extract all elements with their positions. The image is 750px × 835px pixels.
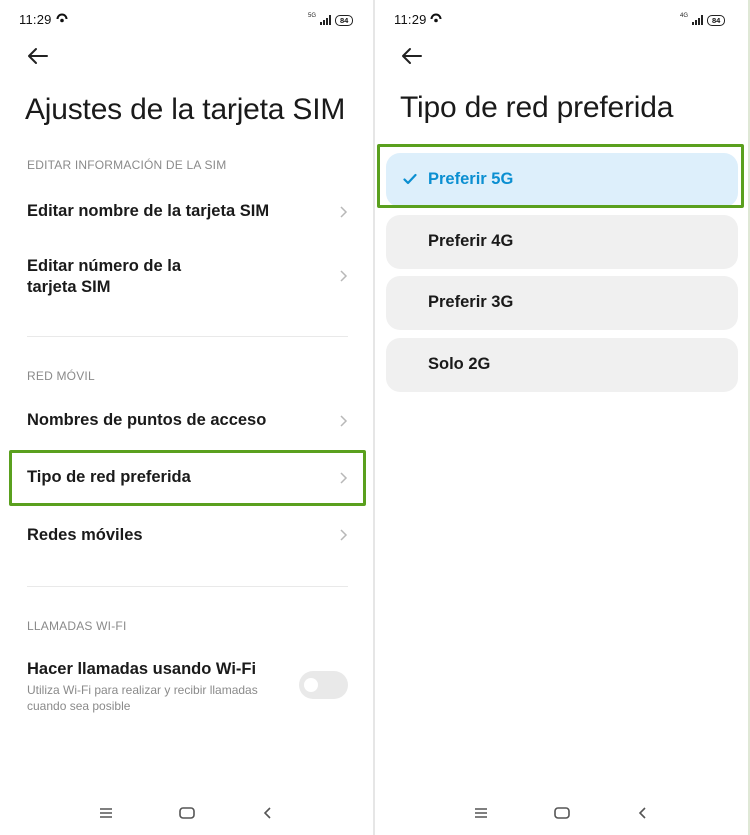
- option-label: Solo 2G: [428, 355, 491, 373]
- section-divider: [27, 586, 348, 587]
- wifi-calling-toggle[interactable]: [299, 671, 348, 699]
- battery-icon: 84: [707, 14, 726, 26]
- signal-icon: [692, 15, 704, 25]
- section-header-wifi-calls: LLAMADAS WI-FI: [27, 619, 127, 633]
- edit-sim-name-item[interactable]: Editar nombre de la tarjeta SIM: [0, 190, 373, 234]
- edit-sim-number-label-line2: tarjeta SIM: [27, 278, 111, 296]
- home-icon[interactable]: [553, 804, 571, 822]
- section-header-sim-info: EDITAR INFORMACIÓN DE LA SIM: [27, 158, 227, 172]
- menu-icon[interactable]: [472, 804, 490, 822]
- wifi-calling-desc-line1: Utiliza Wi-Fi para realizar y recibir ll…: [27, 683, 258, 697]
- chevron-right-icon: [340, 529, 348, 541]
- status-time: 11:29: [19, 12, 52, 27]
- wifi-calling-title: Hacer llamadas usando Wi-Fi: [27, 660, 257, 678]
- navigation-bar: [0, 785, 373, 835]
- chevron-right-icon: [340, 415, 348, 427]
- wifi-calling-desc-line2: cuando sea posible: [27, 699, 131, 713]
- section-divider: [27, 336, 348, 337]
- hotspot-icon: [56, 13, 68, 23]
- option-prefer-5g[interactable]: Preferir 5G: [386, 153, 738, 207]
- edit-sim-number-label-line1: Editar número de la: [27, 257, 182, 275]
- preferred-network-label: Tipo de red preferida: [27, 468, 191, 486]
- check-icon: [403, 173, 417, 185]
- option-label: Preferir 4G: [428, 232, 514, 250]
- option-only-2g[interactable]: Solo 2G: [386, 338, 738, 392]
- hotspot-icon: [430, 13, 442, 23]
- page-title: Ajustes de la tarjeta SIM: [25, 93, 346, 126]
- network-type-label: 5G: [308, 13, 317, 19]
- network-type-label: 4G: [680, 13, 689, 19]
- apn-label: Nombres de puntos de acceso: [27, 411, 267, 429]
- option-prefer-4g[interactable]: Preferir 4G: [386, 215, 738, 269]
- chevron-right-icon: [340, 206, 348, 218]
- section-header-mobile-network: RED MÓVIL: [27, 369, 95, 383]
- page-title: Tipo de red preferida: [400, 91, 674, 124]
- mobile-networks-item[interactable]: Redes móviles: [0, 513, 373, 557]
- chevron-right-icon: [340, 270, 348, 282]
- battery-icon: 84: [335, 14, 354, 26]
- signal-icon: [320, 15, 332, 25]
- status-time: 11:29: [394, 12, 427, 27]
- sim-settings-screen: 11:29 5G 84 Ajustes de la tarjeta SIM ED…: [0, 0, 373, 835]
- status-right: 4G 84: [680, 13, 726, 27]
- arrow-left-icon[interactable]: [25, 43, 51, 69]
- option-label: Preferir 5G: [428, 170, 514, 188]
- apn-item[interactable]: Nombres de puntos de acceso: [0, 399, 373, 443]
- arrow-left-icon[interactable]: [399, 43, 425, 69]
- chevron-right-icon: [340, 472, 348, 484]
- menu-icon[interactable]: [97, 804, 115, 822]
- edit-sim-number-item[interactable]: Editar número de la tarjeta SIM: [0, 250, 373, 302]
- back-icon[interactable]: [259, 804, 277, 822]
- home-icon[interactable]: [178, 804, 196, 822]
- status-bar: 11:29 4G 84: [375, 10, 750, 30]
- preferred-network-screen: 11:29 4G 84 Tipo de red preferida: [375, 0, 750, 835]
- status-bar: 11:29 5G 84: [0, 10, 373, 30]
- mobile-networks-label: Redes móviles: [27, 526, 143, 544]
- status-right: 5G 84: [308, 13, 354, 27]
- toggle-knob: [304, 678, 318, 692]
- option-prefer-3g[interactable]: Preferir 3G: [386, 276, 738, 330]
- preferred-network-item[interactable]: Tipo de red preferida: [0, 455, 373, 499]
- edit-sim-name-label: Editar nombre de la tarjeta SIM: [27, 202, 270, 220]
- option-label: Preferir 3G: [428, 293, 514, 311]
- back-icon[interactable]: [634, 804, 652, 822]
